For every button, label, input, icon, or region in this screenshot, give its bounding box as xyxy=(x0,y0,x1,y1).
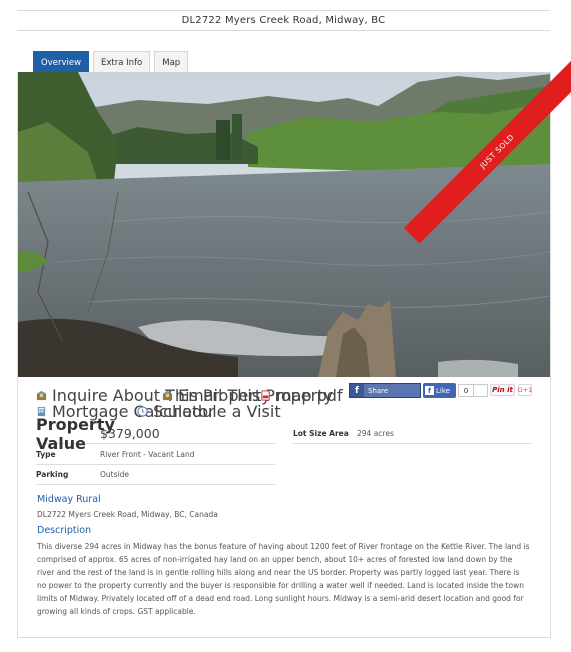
page-title: DL2722 Myers Creek Road, Midway, BC xyxy=(17,10,550,31)
listing-tabs: Overview Extra Info Map xyxy=(33,51,189,73)
schedule-visit-label: Schedule a Visit xyxy=(153,402,281,421)
type-label: Type xyxy=(36,450,56,459)
pinterest-pin-button[interactable]: Pin it xyxy=(490,384,515,396)
description-title: Description xyxy=(37,525,92,536)
address: DL2722 Myers Creek Road, Midway, BC, Can… xyxy=(37,510,218,519)
like-count: 0 xyxy=(458,384,474,397)
parking-label: Parking xyxy=(36,470,69,479)
fact-row-type: Type River Front - Vacant Land xyxy=(36,445,275,465)
description-text: This diverse 294 acres in Midway has the… xyxy=(37,542,530,616)
parking-value: Outside xyxy=(100,470,129,479)
email-icon xyxy=(162,390,173,401)
tab-overview[interactable]: Overview xyxy=(33,51,90,73)
map-pdf-label: map pdf xyxy=(276,386,343,405)
tab-extra-info[interactable]: Extra Info xyxy=(93,51,151,73)
property-value: $379,000 xyxy=(100,426,160,441)
schedule-visit-link[interactable]: Schedule a Visit xyxy=(137,402,281,421)
lot-size-label: Lot Size Area xyxy=(293,429,349,438)
tab-map[interactable]: Map xyxy=(154,51,189,73)
fact-row-lot-size: Lot Size Area 294 acres xyxy=(293,424,532,444)
lot-size-value: 294 acres xyxy=(357,429,394,438)
fact-row-property-value: Property Value $379,000 xyxy=(36,415,275,453)
pdf-icon xyxy=(261,390,270,401)
like-label: Like xyxy=(436,386,450,395)
like-count-box xyxy=(474,384,488,397)
facebook-share-button[interactable]: f Share xyxy=(349,383,421,398)
fact-row-parking: Parking Outside xyxy=(36,465,275,485)
clock-icon xyxy=(137,406,148,417)
share-label: Share xyxy=(364,384,420,397)
google-plus-button[interactable]: G+1 xyxy=(518,384,532,396)
type-value: River Front - Vacant Land xyxy=(100,450,195,459)
facebook-like-icon: f xyxy=(425,386,434,395)
inquire-icon xyxy=(36,390,47,401)
property-photo xyxy=(18,72,550,377)
area-title: Midway Rural xyxy=(37,494,101,505)
facebook-like-button[interactable]: f Like xyxy=(423,383,456,398)
facebook-icon: f xyxy=(355,385,359,396)
